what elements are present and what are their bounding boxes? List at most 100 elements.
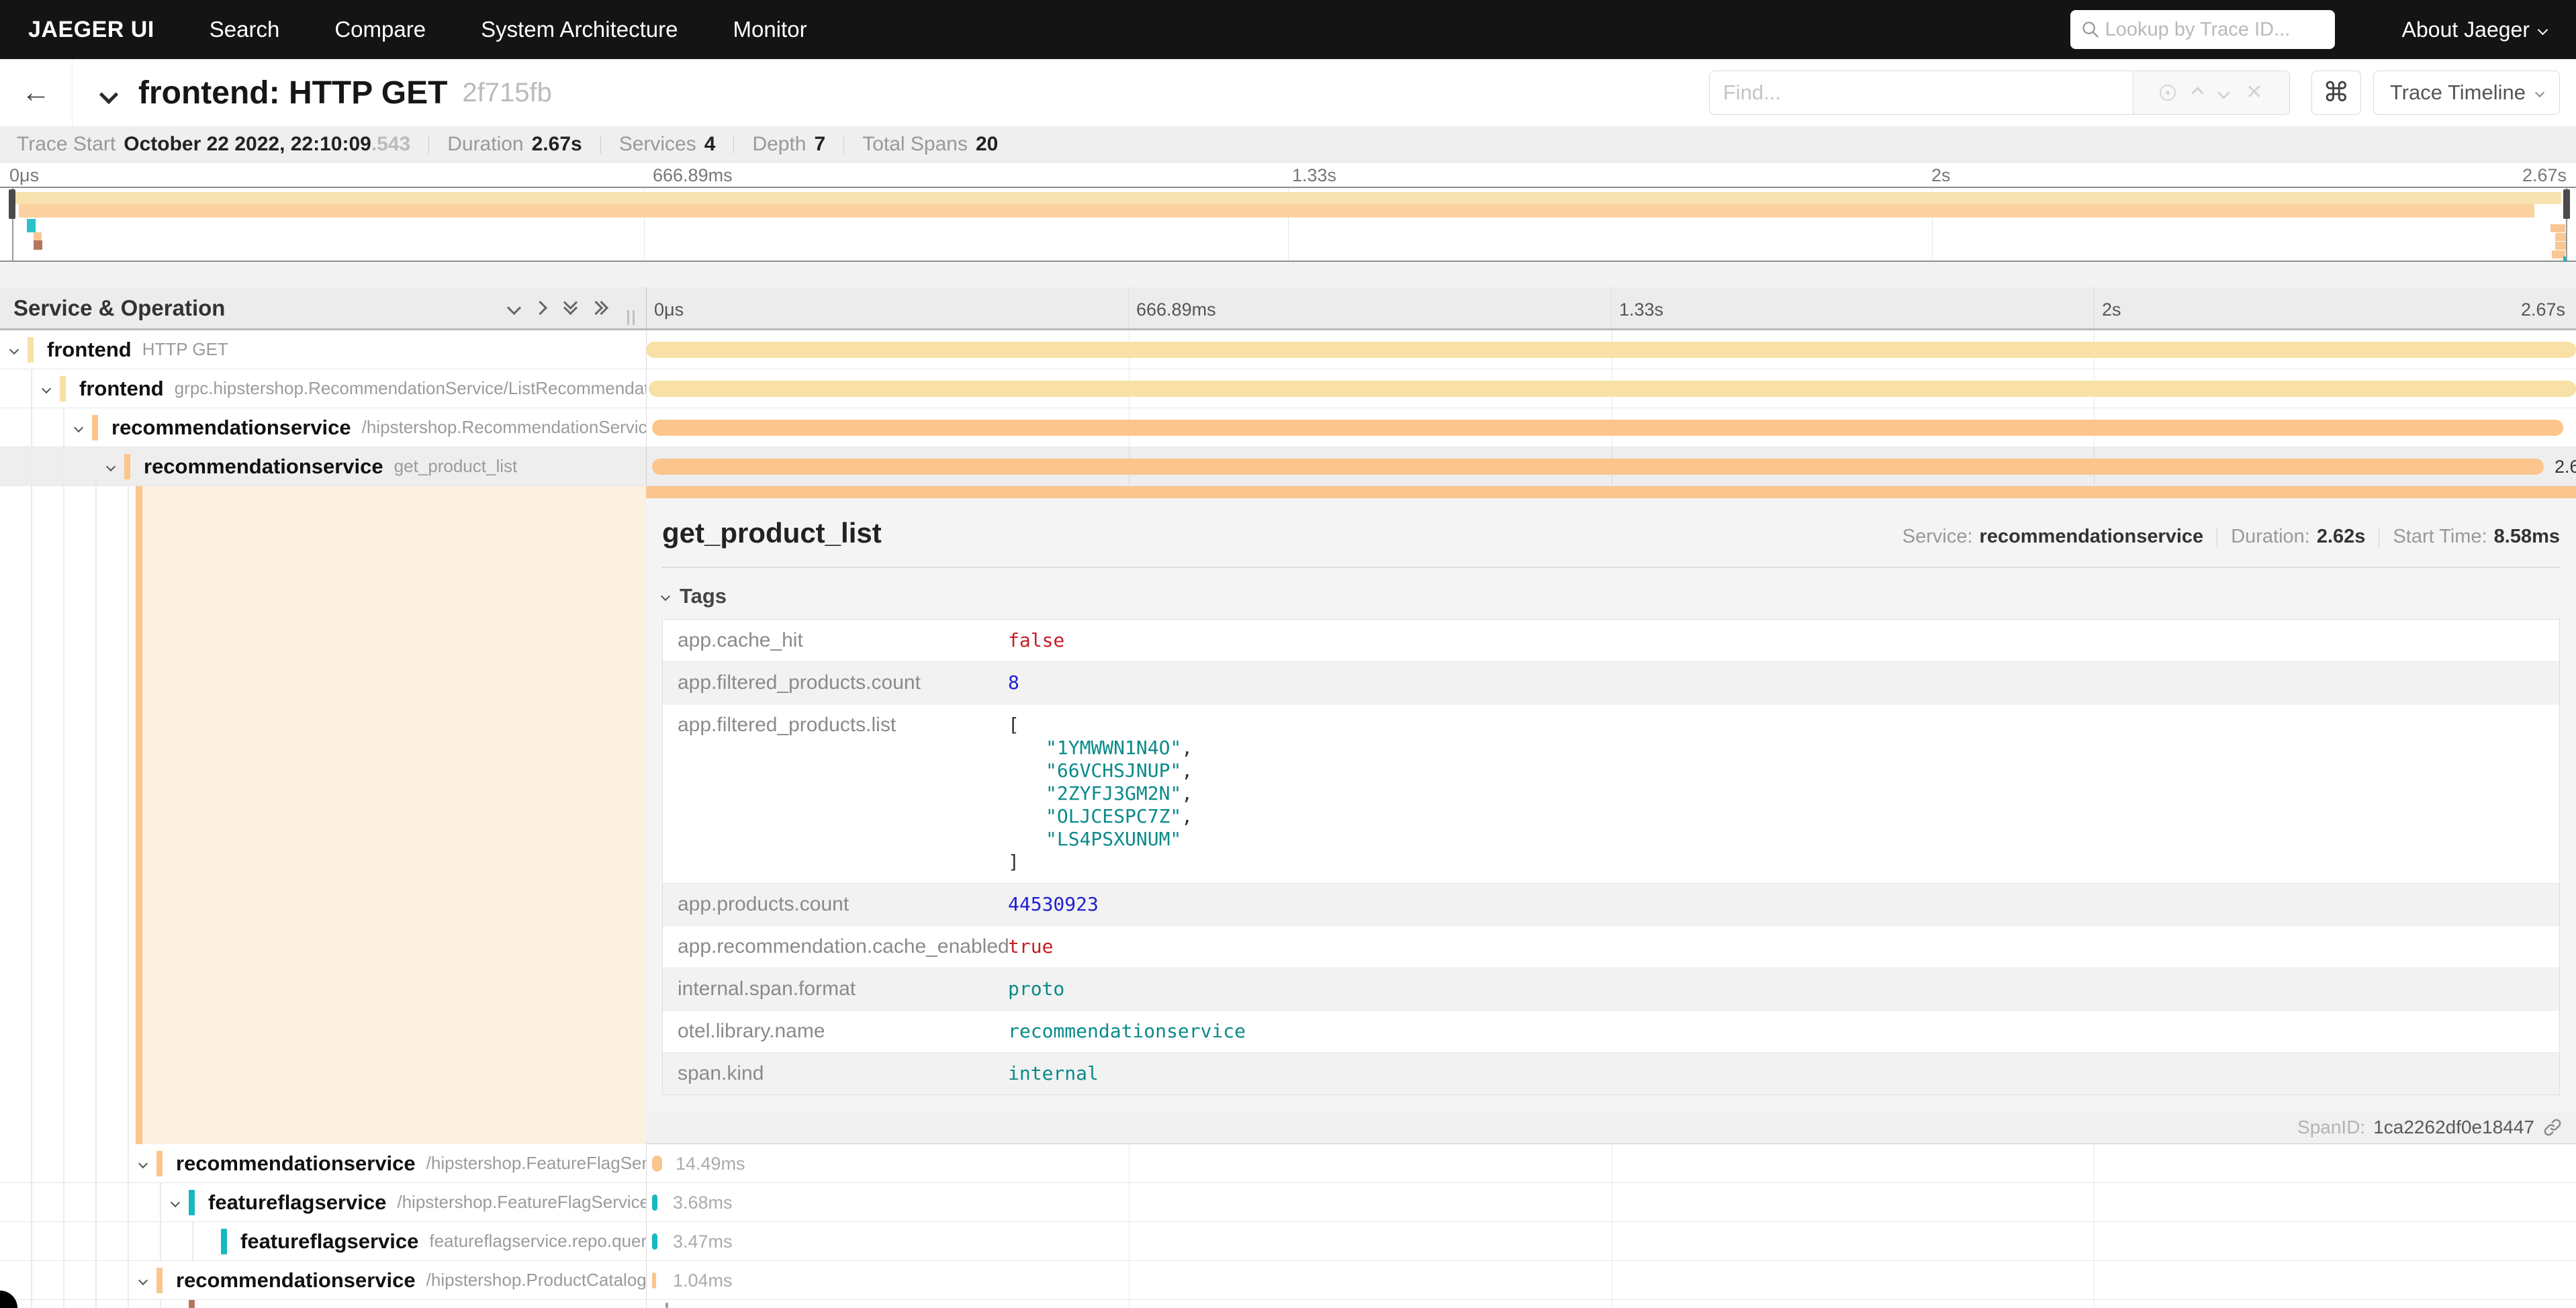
service-name: featureflagservice [208, 1190, 386, 1215]
collapse-span-chevron-icon[interactable] [138, 1158, 148, 1168]
clear-find-icon[interactable]: ✕ [2246, 83, 2262, 103]
collapse-span-chevron-icon[interactable] [138, 1275, 148, 1284]
chevron-down-icon [2535, 88, 2544, 97]
find-controls: ✕ [2133, 71, 2290, 115]
next-match-icon[interactable] [2218, 87, 2230, 99]
service-name: recommendationservice [111, 416, 351, 440]
tag-row: app.recommendation.cache_enabledtrue [663, 925, 2559, 968]
back-button[interactable]: ← [0, 59, 73, 126]
duration-label: Duration [447, 133, 523, 156]
span-detail-row: get_product_list Service:recommendations… [0, 486, 2576, 1144]
span-row-featureflagservice-call[interactable]: recommendationservice /hipstershop.Featu… [0, 1144, 2576, 1183]
total-spans-value: 20 [976, 133, 998, 156]
tag-row: otel.library.namerecommendationservice [663, 1010, 2559, 1052]
focus-match-icon[interactable] [2160, 85, 2176, 101]
tag-row: app.cache_hitfalse [663, 620, 2559, 661]
find-input[interactable] [1709, 71, 2133, 115]
operation-name: featureflagservice.repo.query:fe… [429, 1231, 646, 1252]
collapse-span-chevron-icon[interactable] [106, 461, 116, 471]
tag-row: app.filtered_products.count8 [663, 661, 2559, 704]
span-id-value: 1ca2262df0e18447 [2373, 1117, 2534, 1138]
span-row-featureflagservice-repo-query[interactable]: featureflagservice featureflagservice.re… [0, 1222, 2576, 1261]
span-id-footer: SpanID: 1ca2262df0e18447 [646, 1111, 2576, 1143]
minimap-tick-labels: 0μs 666.89ms 1.33s 2s 2.67s [0, 162, 2576, 187]
span-id-label: SpanID: [2297, 1117, 2365, 1138]
operation-name: /hipstershop.RecommendationService/Lis… [362, 417, 646, 438]
collapse-span-chevron-icon[interactable] [74, 422, 83, 432]
collapse-all-icon[interactable] [565, 302, 576, 313]
span-bar[interactable] [652, 459, 2544, 475]
timeline-column-header: Service & Operation 0μs 666.89ms 1.33s 2… [0, 287, 2576, 330]
keyboard-shortcuts-button[interactable]: ⌘ [2311, 71, 2361, 115]
span-detail-card: get_product_list Service:recommendations… [646, 498, 2576, 1144]
service-color-bar [124, 454, 130, 479]
span-duration-label: 1.04ms [673, 1270, 733, 1291]
operation-name: HTTP GET [142, 339, 228, 360]
collapse-one-icon[interactable] [507, 300, 521, 314]
service-color-bar [221, 1229, 227, 1254]
span-detail-name-column [0, 486, 646, 1144]
span-bar[interactable] [665, 1303, 668, 1308]
link-icon[interactable] [2542, 1117, 2563, 1137]
search-icon [2081, 20, 2100, 39]
minimap-span-orange [34, 232, 42, 240]
minimap-left-scrubber-handle[interactable] [9, 189, 15, 219]
nav-item-compare[interactable]: Compare [334, 17, 426, 42]
indent-guides [0, 1261, 129, 1299]
tags-section-toggle[interactable]: Tags [662, 584, 2560, 608]
span-bar[interactable] [652, 1195, 657, 1211]
operation-name: /hipstershop.FeatureFlagService… [426, 1153, 646, 1174]
trace-start-label: Trace Start [17, 133, 116, 156]
column-resizer-handle[interactable] [627, 310, 635, 325]
collapse-span-chevron-icon[interactable] [42, 383, 51, 393]
collapse-span-chevron-icon[interactable] [9, 344, 19, 354]
timeline-tick: 666.89ms [1136, 299, 1216, 320]
collapse-span-chevron-icon[interactable] [171, 1197, 180, 1207]
trace-minimap[interactable] [0, 187, 2576, 262]
trace-view-select[interactable]: Trace Timeline [2373, 71, 2560, 115]
tag-row: app.filtered_products.list [ "1YMWWN1N4O… [663, 704, 2559, 883]
expand-one-icon[interactable] [533, 300, 547, 314]
span-row-frontend-listrecommendations[interactable]: frontend grpc.hipstershop.Recommendation… [0, 369, 2576, 408]
span-row-partial[interactable] [0, 1300, 2576, 1308]
minimap-tick: 2.67s [2522, 165, 2567, 186]
prev-match-icon[interactable] [2192, 87, 2204, 99]
span-duration-label: 3.68ms [673, 1193, 733, 1213]
collapse-trace-chevron-icon[interactable] [99, 85, 118, 104]
timeline-tick: 1.33s [1619, 299, 1663, 320]
operation-name: /hipstershop.ProductCatalogSer… [426, 1270, 646, 1291]
nav-item-monitor[interactable]: Monitor [733, 17, 807, 42]
indent-guides [0, 486, 129, 1144]
service-name: frontend [47, 338, 132, 362]
trace-id-lookup-input[interactable] [2070, 10, 2335, 49]
tags-section-title: Tags [680, 584, 727, 608]
timeline-tick: 2s [2102, 299, 2121, 320]
about-jaeger-menu[interactable]: About Jaeger [2402, 17, 2546, 42]
span-row-get-product-list[interactable]: recommendationservice get_product_list 2… [0, 447, 2576, 486]
span-bar[interactable] [652, 420, 2563, 436]
span-bar[interactable] [652, 1156, 662, 1172]
span-row-recommendationservice-list[interactable]: recommendationservice /hipstershop.Recom… [0, 408, 2576, 447]
span-bar[interactable] [646, 342, 2576, 358]
nav-item-system-architecture[interactable]: System Architecture [481, 17, 678, 42]
brand-logo[interactable]: JAEGER UI [28, 17, 154, 43]
nav-item-search[interactable]: Search [210, 17, 280, 42]
depth-label: Depth [752, 133, 806, 156]
spacer [0, 262, 2576, 287]
minimap-tick: 1.33s [1292, 165, 1336, 186]
minimap-right-scrubber-handle[interactable] [2563, 189, 2570, 219]
tag-row: internal.span.formatproto [663, 968, 2559, 1010]
expand-all-icon[interactable] [596, 303, 606, 313]
span-row-featureflagservice-getflag[interactable]: featureflagservice /hipstershop.FeatureF… [0, 1183, 2576, 1222]
indent-guides [0, 1144, 129, 1182]
span-bar[interactable] [652, 1233, 657, 1250]
span-bar[interactable] [649, 381, 2576, 397]
service-name: recommendationservice [144, 455, 383, 479]
span-row-frontend-http-get[interactable]: frontend HTTP GET [0, 330, 2576, 369]
span-duration-label: 14.49ms [676, 1154, 745, 1174]
service-color-bar [156, 1268, 163, 1293]
span-bar[interactable] [652, 1272, 656, 1289]
span-row-productcatalog-call[interactable]: recommendationservice /hipstershop.Produ… [0, 1261, 2576, 1300]
duration-value: 2.67s [532, 133, 582, 156]
span-detail-title: get_product_list [662, 517, 882, 549]
